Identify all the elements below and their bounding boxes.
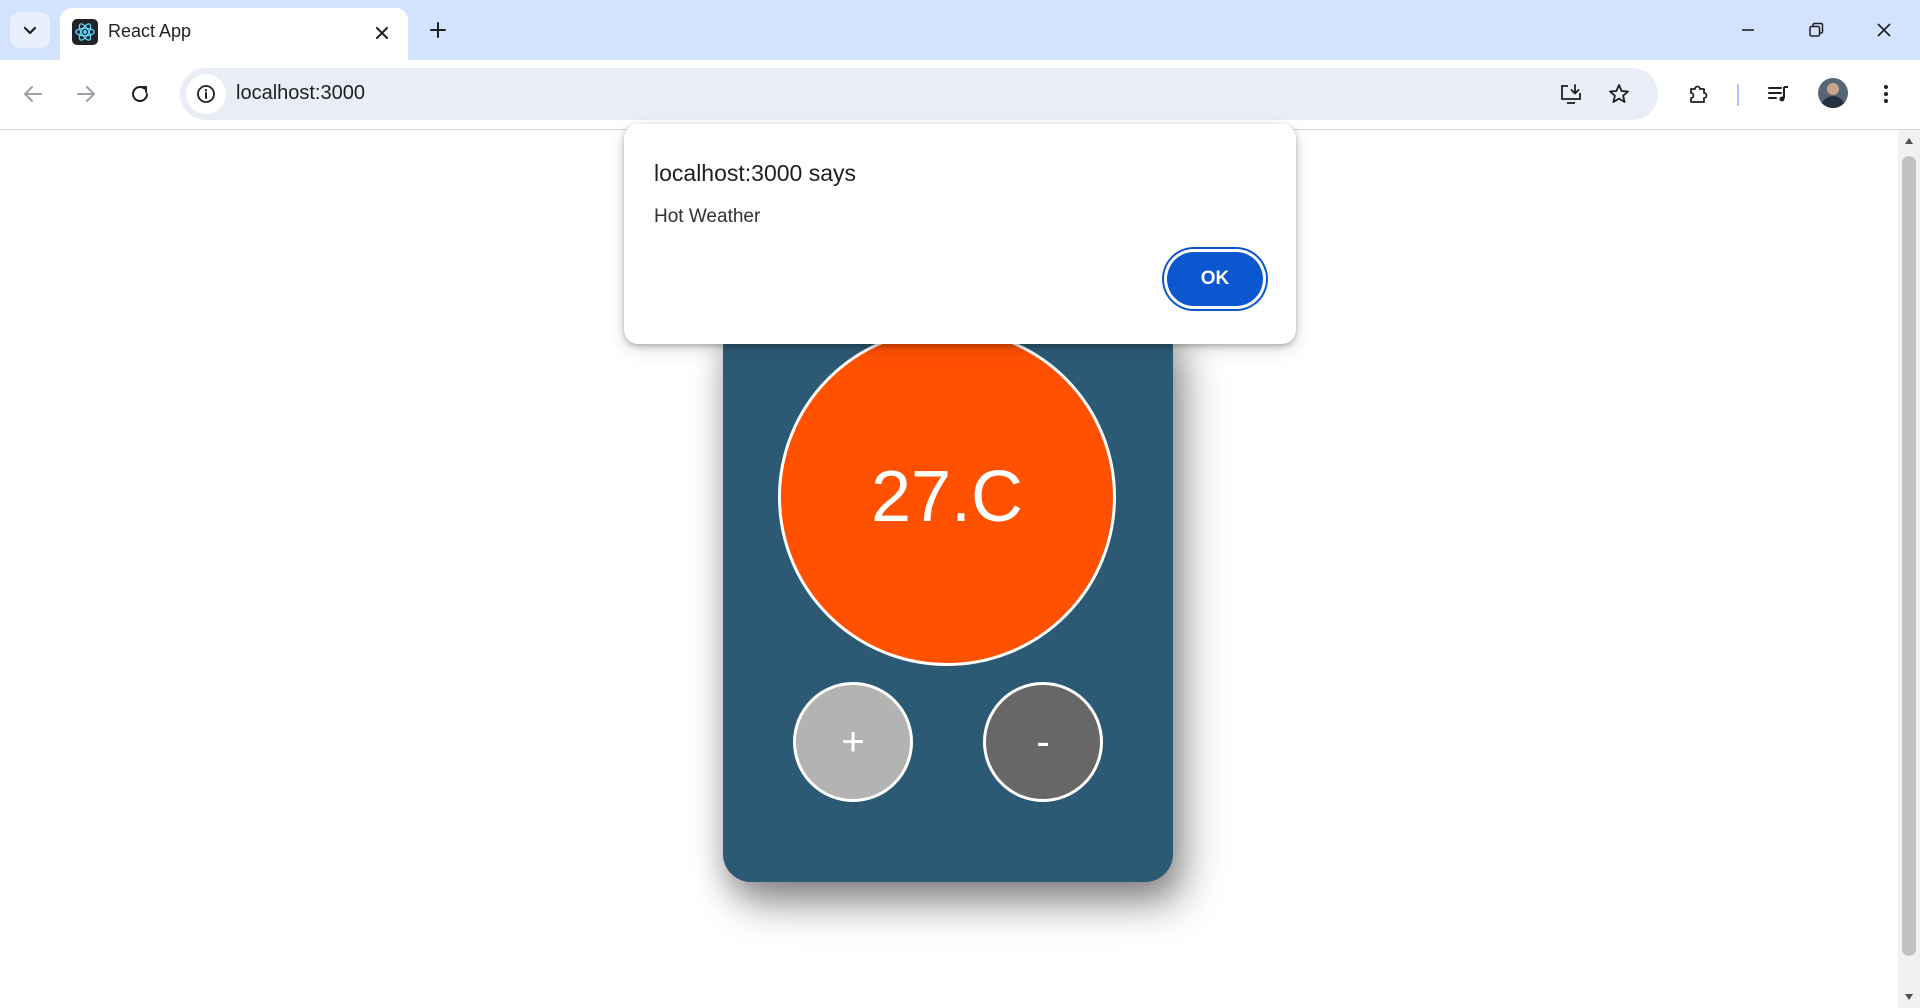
arrow-left-icon — [24, 86, 42, 102]
avatar-body — [1821, 96, 1845, 108]
minimize-button[interactable] — [1724, 10, 1772, 50]
alert-title: localhost:3000 says — [654, 160, 857, 186]
arrow-right-icon — [77, 86, 95, 102]
triangle-down-icon — [1905, 994, 1913, 1000]
avatar-face — [1827, 83, 1839, 95]
info-icon — [197, 85, 215, 103]
reload-icon — [132, 85, 148, 102]
back-button[interactable] — [13, 74, 53, 114]
extensions-button[interactable] — [1678, 74, 1718, 114]
install-app-icon — [1561, 84, 1581, 104]
plus-icon — [430, 22, 446, 38]
scroll-up-button[interactable] — [1902, 134, 1916, 148]
url-text[interactable]: localhost:3000 — [236, 82, 365, 105]
reload-button[interactable] — [120, 74, 160, 114]
temperature-value: 27.C — [870, 457, 1024, 537]
restore-icon — [1809, 22, 1824, 37]
temperature-display: 27.C — [778, 328, 1116, 666]
page-scrollbar[interactable] — [1898, 130, 1920, 1008]
chevron-down-icon — [23, 26, 37, 35]
tab-close-button[interactable] — [370, 21, 394, 45]
tab-title: React App — [108, 21, 192, 41]
triangle-up-icon — [1905, 138, 1913, 144]
close-icon — [376, 27, 388, 39]
alert-dialog: localhost:3000 says Hot Weather OK — [624, 124, 1296, 344]
alert-message: Hot Weather — [654, 206, 761, 227]
bookmark-button[interactable] — [1601, 76, 1637, 112]
tab-search-button[interactable] — [10, 12, 50, 48]
kebab-menu-icon — [1884, 85, 1888, 103]
browser-toolbar: localhost:3000 — [0, 60, 1920, 130]
tab-react-app[interactable]: React App — [60, 8, 408, 60]
toolbar-separator — [1737, 84, 1739, 106]
new-tab-button[interactable] — [422, 14, 454, 46]
profile-avatar[interactable] — [1818, 78, 1848, 108]
star-icon — [1609, 84, 1629, 103]
forward-button[interactable] — [66, 74, 106, 114]
browser-menu-button[interactable] — [1866, 74, 1906, 114]
address-bar[interactable]: localhost:3000 — [180, 68, 1658, 120]
close-window-button[interactable] — [1860, 10, 1908, 50]
tab-strip: React App — [0, 0, 1920, 60]
alert-ok-button[interactable]: OK — [1167, 252, 1263, 306]
thermostat-card: 27.C + - — [723, 320, 1173, 882]
puzzle-icon — [1690, 85, 1708, 103]
install-app-button[interactable] — [1553, 76, 1589, 112]
media-control-icon — [1768, 86, 1788, 102]
restore-button[interactable] — [1792, 10, 1840, 50]
decrease-temperature-button[interactable]: - — [983, 682, 1103, 802]
increase-temperature-button[interactable]: + — [793, 682, 913, 802]
close-icon — [1877, 23, 1891, 37]
scroll-down-button[interactable] — [1902, 990, 1916, 1004]
react-logo-icon — [72, 19, 98, 45]
media-control-button[interactable] — [1758, 74, 1798, 114]
scroll-thumb[interactable] — [1902, 156, 1916, 956]
site-info-button[interactable] — [186, 74, 226, 114]
minimize-icon — [1742, 29, 1754, 31]
